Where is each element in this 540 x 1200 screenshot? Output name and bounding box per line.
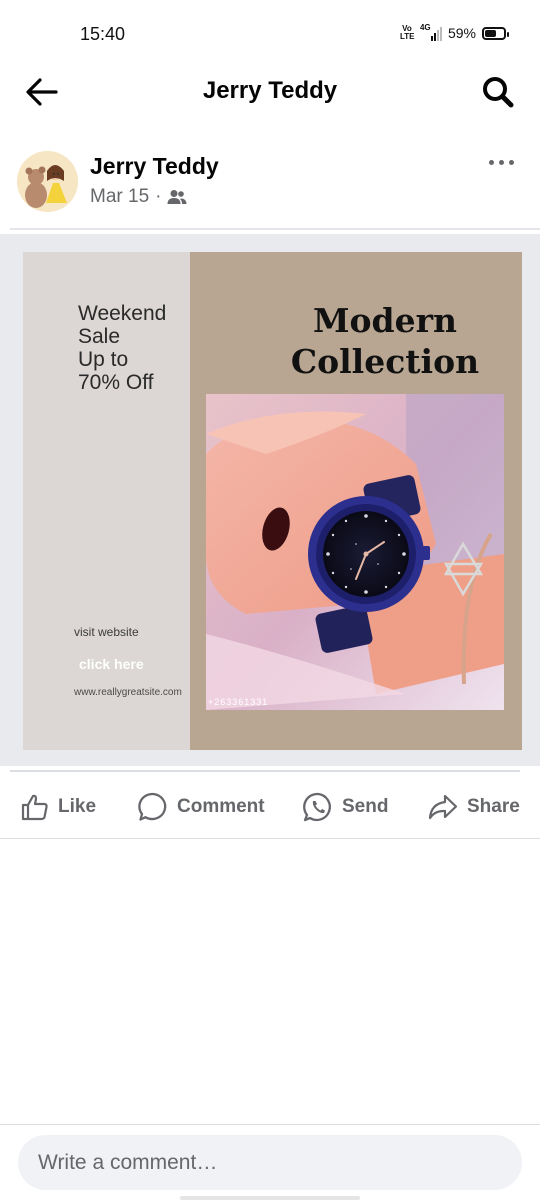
avatar[interactable] — [17, 151, 78, 212]
ad-sale-text: Weekend Sale Up to 70% Off — [78, 302, 167, 394]
divider — [10, 770, 520, 772]
divider — [0, 1124, 540, 1125]
post-image[interactable]: Weekend Sale Up to 70% Off Modern Collec… — [0, 234, 540, 766]
divider — [10, 228, 540, 230]
ad-phone: +263361331 — [208, 697, 269, 707]
whatsapp-icon — [303, 792, 331, 822]
more-options-button[interactable] — [484, 152, 518, 172]
like-label: Like — [58, 796, 97, 817]
ad-visit-text: visit website — [74, 625, 139, 639]
send-label: Send — [342, 796, 389, 817]
ad-banner: Weekend Sale Up to 70% Off Modern Collec… — [23, 252, 522, 750]
ad-url: www.reallygreatsite.com — [74, 687, 182, 698]
comment-input[interactable]: Write a comment… — [18, 1135, 522, 1190]
friends-icon — [167, 190, 187, 204]
share-button[interactable]: Share — [427, 790, 520, 824]
signal-icon: 4G — [419, 23, 442, 41]
share-icon — [428, 794, 458, 820]
post-header: Jerry Teddy Mar 15 · — [0, 140, 540, 220]
status-bar: 15:40 Vo LTE 4G 59% — [0, 0, 540, 64]
comment-label: Comment — [177, 796, 265, 817]
author-name[interactable]: Jerry Teddy — [90, 153, 219, 180]
watch-photo — [206, 394, 504, 710]
comment-button[interactable]: Comment — [137, 790, 265, 824]
meta-separator: · — [155, 186, 162, 207]
battery-icon — [482, 26, 509, 40]
page-title: Jerry Teddy — [202, 77, 338, 104]
post-date[interactable]: Mar 15 — [90, 186, 149, 208]
network-type: 4G — [419, 23, 431, 32]
avatar-image — [17, 151, 78, 212]
home-indicator[interactable] — [180, 1196, 360, 1200]
search-icon — [483, 77, 514, 108]
ad-title: Modern Collection — [290, 301, 480, 381]
app-header: Jerry Teddy — [0, 64, 540, 120]
volte-indicator: Vo LTE — [399, 24, 415, 41]
status-indicators: Vo LTE 4G 59% — [399, 23, 509, 41]
share-label: Share — [467, 796, 520, 817]
more-horizontal-icon — [488, 159, 494, 165]
divider — [0, 838, 540, 839]
comment-icon — [138, 792, 167, 821]
thumbs-up-icon — [21, 794, 48, 821]
post-meta: Mar 15 · — [90, 186, 187, 208]
send-button[interactable]: Send — [302, 790, 388, 824]
search-button[interactable] — [478, 72, 518, 112]
like-button[interactable]: Like — [20, 790, 96, 824]
battery-percent: 59% — [447, 25, 476, 41]
post-actions: Like Comment Send Share — [0, 774, 540, 838]
ad-click-text: click here — [79, 656, 144, 672]
status-time: 15:40 — [80, 24, 126, 44]
